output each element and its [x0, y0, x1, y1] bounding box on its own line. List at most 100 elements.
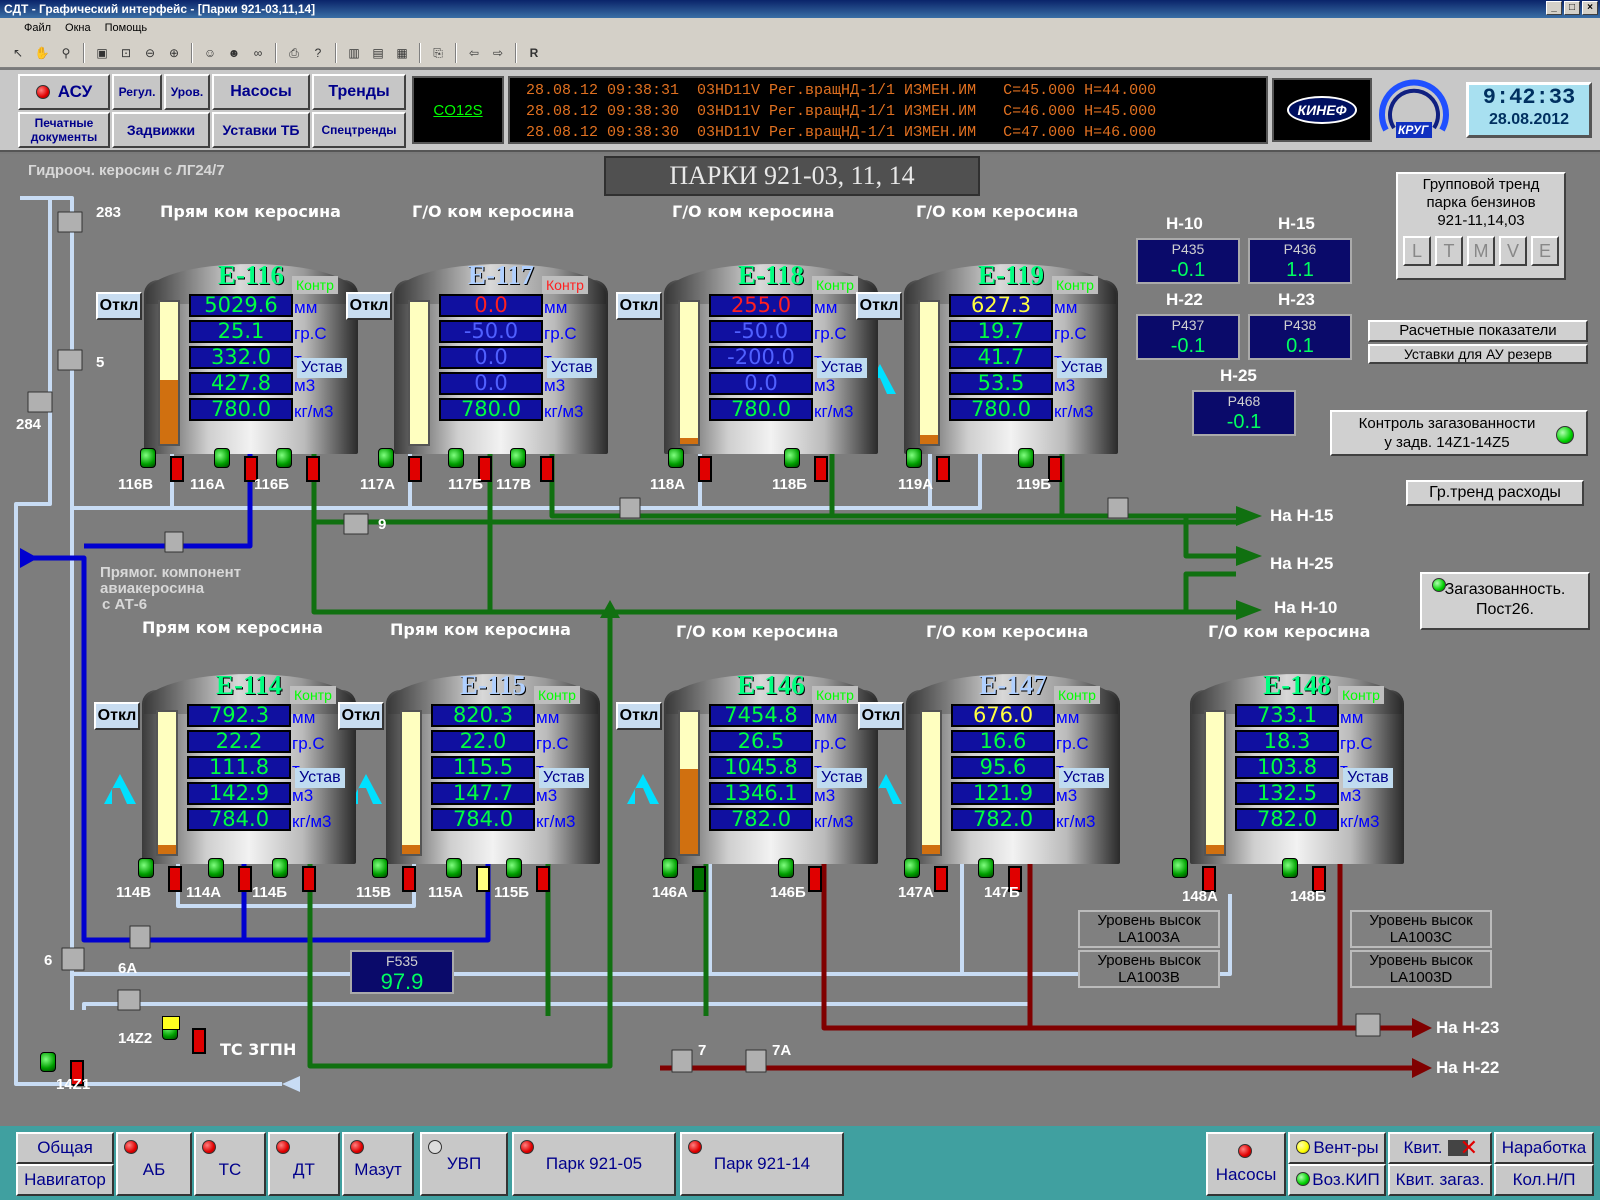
otkl-button[interactable]: Откл [94, 702, 140, 730]
pressure-p435[interactable]: P435 -0.1 [1136, 238, 1240, 284]
trend-l-button[interactable]: L [1403, 236, 1431, 266]
tank-value[interactable]: 16.6 [951, 730, 1055, 753]
tank-value[interactable]: 1045.8 [709, 756, 813, 779]
kvit-button[interactable]: Квит. ✕ [1388, 1132, 1492, 1164]
tank-e117[interactable]: Е-1170.0-50.00.00.0780.0ммгр.Стм3кг/м3Ко… [346, 260, 608, 454]
trendy-button[interactable]: Тренды [312, 74, 406, 110]
tank-value[interactable]: 142.9 [187, 782, 291, 805]
tank-value[interactable]: 792.3 [187, 704, 291, 727]
otkl-button[interactable]: Откл [616, 702, 662, 730]
tank-value[interactable]: 255.0 [709, 294, 813, 317]
gas-control-button[interactable]: Контроль загазованности у задв. 14Z1-14Z5 [1330, 410, 1588, 456]
tank-value[interactable]: 780.0 [189, 398, 293, 421]
tank-e147[interactable]: Е-147676.016.695.6121.9782.0ммгр.Стм3кг/… [858, 670, 1120, 864]
tank-value[interactable]: 95.6 [951, 756, 1055, 779]
gate-valve[interactable] [192, 1028, 206, 1054]
dual-users-icon[interactable]: ☻ [224, 43, 244, 63]
kontr-button[interactable]: Контр [1338, 686, 1384, 704]
obshaya-button[interactable]: Общая [16, 1132, 114, 1164]
tank-e116[interactable]: Е-1165029.625.1332.0427.8780.0ммгр.Стм3к… [96, 260, 358, 454]
kontr-button[interactable]: Контр [292, 276, 338, 294]
ventry-button[interactable]: Вент-ры [1288, 1132, 1386, 1164]
tank-e146[interactable]: Е-1467454.826.51045.81346.1782.0ммгр.Стм… [616, 670, 878, 864]
trend-t-button[interactable]: T [1435, 236, 1463, 266]
kontr-button[interactable]: Контр [1054, 686, 1100, 704]
kontr-button[interactable]: Контр [290, 686, 336, 704]
tank-value[interactable]: 25.1 [189, 320, 293, 343]
ustav-button[interactable]: Устав [817, 768, 867, 788]
gate-valve[interactable] [306, 456, 320, 482]
tank-value[interactable]: 111.8 [187, 756, 291, 779]
gate-valve[interactable] [238, 866, 252, 892]
gate-valve[interactable] [814, 456, 828, 482]
menu-help[interactable]: Помощь [105, 18, 148, 38]
tank-value[interactable]: 103.8 [1235, 756, 1339, 779]
regul-button[interactable]: Регул. [112, 74, 162, 110]
gate-valve[interactable] [408, 456, 422, 482]
pressure-p436[interactable]: P436 1.1 [1248, 238, 1352, 284]
hand-icon[interactable]: ✋ [32, 43, 52, 63]
gate-valve[interactable] [692, 866, 706, 892]
print-docs-button[interactable]: Печатные документы [18, 112, 110, 148]
kontr-button[interactable]: Контр [812, 276, 858, 294]
tank-value[interactable]: -50.0 [439, 320, 543, 343]
kontr-button[interactable]: Контр [534, 686, 580, 704]
tank-value[interactable]: -200.0 [709, 346, 813, 369]
vozkip-button[interactable]: Воз.КИП [1288, 1164, 1386, 1196]
kontr-button[interactable]: Контр [1052, 276, 1098, 294]
zoom-out-icon[interactable]: ⊖ [140, 43, 160, 63]
kontr-button[interactable]: Контр [542, 276, 588, 294]
gate-valve[interactable] [402, 866, 416, 892]
ustav-button[interactable]: Устав [817, 358, 867, 378]
tank-e119[interactable]: Е-119627.319.741.753.5780.0ммгр.Стм3кг/м… [856, 260, 1118, 454]
trend-m-button[interactable]: M [1467, 236, 1495, 266]
kontr-button[interactable]: Контр [812, 686, 858, 704]
otkl-button[interactable]: Откл [338, 702, 384, 730]
ustav-button[interactable]: Устав [295, 768, 345, 788]
tank-value[interactable]: 780.0 [949, 398, 1053, 421]
ab-button[interactable]: АБ [116, 1132, 192, 1196]
park-921-05-button[interactable]: Парк 921-05 [512, 1132, 676, 1196]
otkl-button[interactable]: Откл [616, 292, 662, 320]
gate-valve[interactable] [536, 866, 550, 892]
gr-trend-flow-button[interactable]: Гр.тренд расходы [1406, 480, 1584, 506]
tank-value[interactable]: 0.0 [439, 346, 543, 369]
zoom-in-icon[interactable]: ⊕ [164, 43, 184, 63]
tank-e148[interactable]: Е-148733.118.3103.8132.5782.0ммгр.Стм3кг… [1190, 670, 1404, 864]
tank-value[interactable]: 782.0 [709, 808, 813, 831]
users-icon[interactable]: ☺ [200, 43, 220, 63]
tank-value[interactable]: 115.5 [431, 756, 535, 779]
narabotka-button[interactable]: Наработка [1494, 1132, 1594, 1164]
back-arrow-icon[interactable]: ⇦ [464, 43, 484, 63]
raschet-button[interactable]: Расчетные показатели [1368, 320, 1588, 342]
zoom-fit-icon[interactable]: ⊡ [116, 43, 136, 63]
kol-np-button[interactable]: Кол.Н/П [1494, 1164, 1594, 1196]
layout-1-icon[interactable]: ▥ [344, 43, 364, 63]
park-921-14-button[interactable]: Парк 921-14 [680, 1132, 844, 1196]
gate-valve[interactable] [540, 456, 554, 482]
dt-button[interactable]: ДТ [268, 1132, 340, 1196]
otkl-button[interactable]: Откл [856, 292, 902, 320]
ustavki-au-button[interactable]: Уставки для АУ резерв [1368, 344, 1588, 364]
tank-value[interactable]: 627.3 [949, 294, 1053, 317]
tank-value[interactable]: 5029.6 [189, 294, 293, 317]
asu-button[interactable]: АСУ [18, 74, 110, 110]
gate-valve[interactable] [170, 456, 184, 482]
ustav-button[interactable]: Устав [1059, 768, 1109, 788]
tank-value[interactable]: 676.0 [951, 704, 1055, 727]
trend-v-button[interactable]: V [1499, 236, 1527, 266]
tank-value[interactable]: 0.0 [439, 294, 543, 317]
tank-value[interactable]: 1346.1 [709, 782, 813, 805]
gate-valve[interactable] [936, 456, 950, 482]
tank-value[interactable]: 784.0 [431, 808, 535, 831]
tank-value[interactable]: 782.0 [1235, 808, 1339, 831]
post26-button[interactable]: Загазованность. Пост26. [1420, 572, 1590, 630]
trend-e-button[interactable]: E [1531, 236, 1559, 266]
help-icon[interactable]: ? [308, 43, 328, 63]
print-icon[interactable]: ⎙ [284, 43, 304, 63]
magnifier-icon[interactable]: ⚲ [56, 43, 76, 63]
tank-value[interactable]: 780.0 [709, 398, 813, 421]
tank-value[interactable]: 41.7 [949, 346, 1053, 369]
zadvizhki-button[interactable]: Задвижки [112, 112, 210, 148]
gate-valve[interactable] [808, 866, 822, 892]
